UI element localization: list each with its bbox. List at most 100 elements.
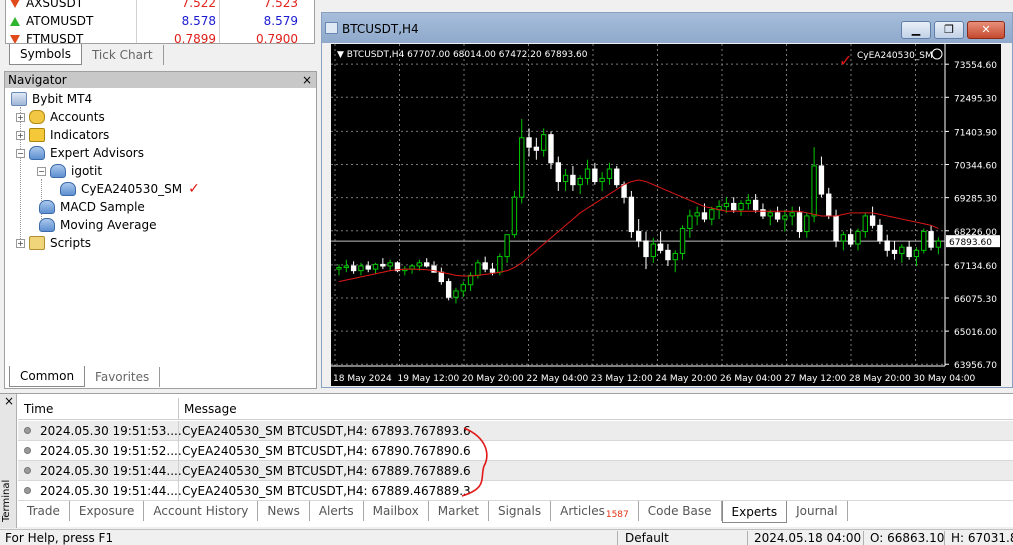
navigator-title-bar: Navigator × <box>5 72 316 88</box>
tab-market[interactable]: Market <box>429 501 489 521</box>
minimize-button[interactable]: ▁ <box>901 21 931 39</box>
table-row[interactable]: 2024.05.30 19:51:53.... CyEA240530_SM BT… <box>18 421 1013 441</box>
tree-item-moving-average[interactable]: Moving Average <box>39 216 156 234</box>
candle-body <box>723 202 730 208</box>
smiley-icon <box>931 48 943 60</box>
tab-experts[interactable]: Experts <box>721 501 788 523</box>
expand-icon[interactable]: + <box>16 112 25 122</box>
tab-common[interactable]: Common <box>9 366 86 387</box>
tab-account-history[interactable]: Account History <box>144 501 259 521</box>
candle-body <box>709 209 715 220</box>
column-divider <box>178 461 179 481</box>
navigator-tabs: Common Favorites <box>9 366 161 387</box>
close-icon[interactable]: × <box>4 394 14 408</box>
expert-advisor-icon <box>39 200 55 214</box>
tab-articles[interactable]: Articles 1587 <box>551 501 639 521</box>
expand-icon[interactable]: + <box>16 130 25 140</box>
y-tick-label: 67134.60 <box>954 262 997 272</box>
row-message: CyEA240530_SM BTCUSDT,H4: 67889.767889.6 <box>182 464 471 478</box>
ea-label: CyEA240530_SM <box>857 51 933 61</box>
candle-body <box>665 249 671 261</box>
log-bullet-icon <box>24 467 31 474</box>
ask-price: 8.579 <box>263 14 298 28</box>
tab-exposure[interactable]: Exposure <box>70 501 145 521</box>
x-tick-label: 28 May 20:00 <box>849 374 911 384</box>
collapse-icon[interactable]: − <box>37 166 46 176</box>
tab-code-base[interactable]: Code Base <box>639 501 722 521</box>
status-divider <box>863 531 864 545</box>
tab-tick-chart[interactable]: Tick Chart <box>82 45 164 65</box>
market-watch-row[interactable]: FTMUSDT 0.7899 0.7900 <box>6 31 314 43</box>
table-row[interactable]: 2024.05.30 19:51:52.... CyEA240530_SM BT… <box>18 441 1013 461</box>
expand-icon[interactable]: + <box>16 238 25 248</box>
market-watch-row[interactable]: ATOMUSDT 8.578 8.579 <box>6 13 314 31</box>
tree-item-accounts[interactable]: + Accounts <box>16 108 105 126</box>
status-profile[interactable]: Default <box>625 531 669 545</box>
status-open: O: 66863.10 <box>870 531 945 545</box>
node-label: Scripts <box>50 236 92 250</box>
table-row[interactable]: 2024.05.30 19:51:44.... CyEA240530_SM BT… <box>18 461 1013 481</box>
candle-body <box>767 212 773 217</box>
chart-window-title-bar[interactable]: BTCUSDT,H4 ▁ ❐ ✕ <box>322 13 1012 43</box>
tab-mailbox[interactable]: Mailbox <box>364 501 429 521</box>
red-bracket-annotation <box>461 427 488 497</box>
tab-alerts[interactable]: Alerts <box>310 501 364 521</box>
candle-body <box>921 231 927 251</box>
tab-trade[interactable]: Trade <box>18 501 70 521</box>
symbol-name: AXSUSDT <box>26 0 84 10</box>
tab-journal[interactable]: Journal <box>787 501 848 521</box>
tab-label: Articles <box>560 504 605 518</box>
candle-body <box>511 196 518 236</box>
arrow-down-icon <box>10 0 20 8</box>
tree-item-igotit[interactable]: − igotit <box>37 162 102 180</box>
tree-item-scripts[interactable]: + Scripts <box>16 234 91 252</box>
table-row[interactable]: 2024.05.30 19:51:44.... CyEA240530_SM BT… <box>18 481 1013 501</box>
terminal-tabs: Trade Exposure Account History News Aler… <box>18 501 848 523</box>
x-tick-label: 26 May 04:00 <box>720 374 782 384</box>
candle-body <box>869 215 876 226</box>
column-header-time[interactable]: Time <box>24 402 53 416</box>
candle-body <box>752 199 759 211</box>
tree-item-cyea[interactable]: CyEA240530_SM ✓ <box>60 180 200 198</box>
candle-body <box>577 177 583 186</box>
candle-body <box>745 199 752 204</box>
column-divider <box>219 0 220 43</box>
candle-body <box>657 243 664 251</box>
terminal-icon <box>11 92 27 106</box>
arrow-up-icon <box>10 16 20 26</box>
collapse-icon[interactable]: − <box>16 148 25 158</box>
candle-body <box>570 174 576 186</box>
candle-body <box>372 263 379 270</box>
restore-button[interactable]: ❐ <box>934 21 964 39</box>
tab-signals[interactable]: Signals <box>489 501 552 521</box>
candle-body <box>467 274 474 286</box>
close-button[interactable]: ✕ <box>967 21 1005 39</box>
node-label: Moving Average <box>60 218 157 232</box>
tree-item-expert-advisors[interactable]: − Expert Advisors <box>16 144 144 162</box>
candle-body <box>416 262 423 267</box>
candle-body <box>935 240 942 248</box>
candle-body <box>555 162 561 183</box>
tree-item-indicators[interactable]: + Indicators <box>16 126 109 144</box>
candle-body <box>833 215 839 242</box>
candle-body <box>782 215 788 220</box>
tree-item-macd-sample[interactable]: MACD Sample <box>39 198 145 216</box>
candle-body <box>460 284 466 292</box>
tree-root[interactable]: Bybit MT4 <box>11 90 92 108</box>
tab-news[interactable]: News <box>258 501 310 521</box>
price-chart[interactable]: 73554.60 72495.30 71403.90 70344.60 69285.30… <box>331 44 1001 386</box>
candle-body <box>526 137 532 148</box>
tab-symbols[interactable]: Symbols <box>9 44 82 65</box>
y-tick-label: 71403.90 <box>954 128 997 138</box>
check-mark-icon: ✓ <box>188 181 200 197</box>
terminal-label: Terminal <box>1 479 12 522</box>
candlestick-chart[interactable]: 73554.60 72495.30 71403.90 70344.60 69285.30… <box>331 44 1001 386</box>
node-label: igotit <box>71 164 103 178</box>
tab-favorites[interactable]: Favorites <box>85 367 161 387</box>
close-icon[interactable]: × <box>302 72 312 88</box>
column-divider <box>178 398 179 420</box>
column-header-message[interactable]: Message <box>184 402 237 416</box>
candle-body <box>855 231 861 245</box>
market-watch-row[interactable]: AXSUSDT 7.522 7.523 <box>6 0 314 13</box>
candle-body <box>365 265 371 270</box>
